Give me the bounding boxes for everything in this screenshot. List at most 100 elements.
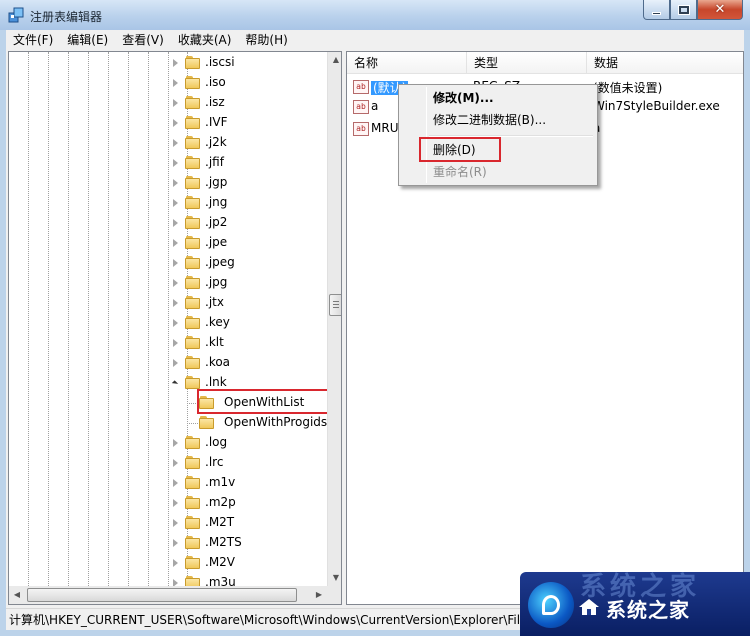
- close-button[interactable]: ✕: [697, 0, 743, 20]
- expand-arrow-icon[interactable]: [173, 359, 178, 367]
- title-bar[interactable]: 注册表编辑器 ✕: [0, 0, 750, 30]
- tree-item[interactable]: .m2p: [9, 493, 329, 513]
- tree-item-label: .M2V: [205, 555, 236, 569]
- expand-arrow-icon[interactable]: [173, 499, 178, 507]
- tree-item-label: .jp2: [205, 215, 228, 229]
- tree-item[interactable]: .key: [9, 313, 329, 333]
- expand-arrow-icon[interactable]: [173, 319, 178, 327]
- menu-item-rename: 重命名(R): [433, 165, 487, 179]
- tree-item[interactable]: OpenWithProgids: [9, 413, 329, 433]
- tree-item[interactable]: .M2T: [9, 513, 329, 533]
- expand-arrow-icon[interactable]: [173, 199, 178, 207]
- value-data: Win7StyleBuilder.exe: [593, 99, 720, 113]
- tree-horizontal-scrollbar[interactable]: ◀ ▶: [9, 586, 327, 604]
- context-menu: 修改(M)... 修改二进制数据(B)... 删除(D) 重命名(R): [398, 84, 598, 186]
- menu-item-delete[interactable]: 删除(D): [401, 139, 595, 161]
- expand-arrow-icon[interactable]: [173, 439, 178, 447]
- tree-item[interactable]: .isz: [9, 93, 329, 113]
- horizontal-scroll-thumb[interactable]: [27, 588, 297, 602]
- tree-item[interactable]: .iscsi: [9, 53, 329, 73]
- tree-item[interactable]: .klt: [9, 333, 329, 353]
- column-header-name[interactable]: 名称: [347, 52, 467, 74]
- folder-icon: [185, 176, 201, 190]
- tree-item[interactable]: .iso: [9, 73, 329, 93]
- tree-item[interactable]: .jgp: [9, 173, 329, 193]
- column-header-data[interactable]: 数据: [587, 52, 743, 74]
- tree-connector: [187, 423, 198, 424]
- tree-item[interactable]: OpenWithList: [9, 393, 329, 413]
- tree-item[interactable]: .jfif: [9, 153, 329, 173]
- scroll-up-arrow-icon[interactable]: ▲: [328, 52, 341, 68]
- column-header-type[interactable]: 类型: [467, 52, 587, 74]
- expand-arrow-icon[interactable]: [173, 539, 178, 547]
- expand-arrow-icon[interactable]: [173, 299, 178, 307]
- menu-view[interactable]: 查看(V): [115, 30, 171, 50]
- folder-icon: [185, 76, 201, 90]
- menu-edit[interactable]: 编辑(E): [60, 30, 115, 50]
- expand-arrow-icon[interactable]: [173, 459, 178, 467]
- folder-icon: [185, 256, 201, 270]
- menu-help[interactable]: 帮助(H): [238, 30, 294, 50]
- expand-arrow-icon[interactable]: [173, 239, 178, 247]
- tree-item[interactable]: .jp2: [9, 213, 329, 233]
- menu-item-modify-binary[interactable]: 修改二进制数据(B)...: [401, 109, 595, 131]
- window-title: 注册表编辑器: [30, 10, 103, 24]
- grip-line: [333, 301, 339, 302]
- tree-item[interactable]: .log: [9, 433, 329, 453]
- expand-arrow-icon[interactable]: [173, 179, 178, 187]
- registry-tree[interactable]: .iscsi .iso .isz .IVF .j2k .jfif .jgp .jng .jp2.…: [8, 51, 342, 605]
- tree-item[interactable]: .koa: [9, 353, 329, 373]
- maximize-icon: [677, 4, 690, 15]
- tree-item[interactable]: .jng: [9, 193, 329, 213]
- expand-arrow-icon[interactable]: [173, 139, 178, 147]
- tree-item[interactable]: .j2k: [9, 133, 329, 153]
- tree-item[interactable]: .m1v: [9, 473, 329, 493]
- scroll-left-arrow-icon[interactable]: ◀: [9, 586, 25, 604]
- expand-arrow-icon[interactable]: [173, 279, 178, 287]
- tree-vertical-scrollbar[interactable]: ▲ ▼: [327, 52, 341, 586]
- expand-arrow-icon[interactable]: [173, 159, 178, 167]
- expand-arrow-icon[interactable]: [173, 219, 178, 227]
- tree-item[interactable]: .jtx: [9, 293, 329, 313]
- house-icon: [579, 599, 599, 615]
- tree-item-label: OpenWithProgids: [224, 415, 328, 429]
- tree-item[interactable]: .jpg: [9, 273, 329, 293]
- value-name: a: [371, 99, 379, 113]
- menu-item-modify[interactable]: 修改(M)...: [401, 87, 595, 109]
- tree-item-label: .lnk: [205, 375, 227, 389]
- close-icon: ✕: [714, 2, 726, 17]
- expand-arrow-icon[interactable]: [173, 99, 178, 107]
- folder-icon: [185, 356, 201, 370]
- maximize-button[interactable]: [670, 0, 697, 20]
- tree-item[interactable]: .jpe: [9, 233, 329, 253]
- tree-item[interactable]: .M2V: [9, 553, 329, 573]
- collapse-arrow-icon[interactable]: [171, 380, 179, 387]
- tree-item[interactable]: .lnk: [9, 373, 329, 393]
- tree-item[interactable]: .lrc: [9, 453, 329, 473]
- scroll-down-arrow-icon[interactable]: ▼: [328, 570, 341, 586]
- expand-arrow-icon[interactable]: [173, 79, 178, 87]
- folder-icon: [185, 196, 201, 210]
- menu-file[interactable]: 文件(F): [6, 30, 60, 50]
- expand-arrow-icon[interactable]: [173, 259, 178, 267]
- tree-item[interactable]: .IVF: [9, 113, 329, 133]
- expand-arrow-icon[interactable]: [173, 519, 178, 527]
- tree-item-label: .m1v: [205, 475, 236, 489]
- expand-arrow-icon[interactable]: [173, 59, 178, 67]
- expand-arrow-icon[interactable]: [173, 559, 178, 567]
- expand-arrow-icon[interactable]: [173, 479, 178, 487]
- scroll-corner: [327, 586, 341, 604]
- tree-item[interactable]: .jpeg: [9, 253, 329, 273]
- scroll-right-arrow-icon[interactable]: ▶: [311, 586, 327, 604]
- minimize-button[interactable]: [643, 0, 670, 20]
- expand-arrow-icon[interactable]: [173, 119, 178, 127]
- tree-item-label: .koa: [205, 355, 231, 369]
- value-data: (数值未设置): [593, 81, 663, 95]
- tree-item[interactable]: .M2TS: [9, 533, 329, 553]
- minimize-icon: [652, 12, 661, 15]
- expand-arrow-icon[interactable]: [173, 339, 178, 347]
- tree-item-label: .M2TS: [205, 535, 242, 549]
- scroll-thumb[interactable]: [329, 294, 341, 316]
- folder-icon: [185, 236, 201, 250]
- menu-favorites[interactable]: 收藏夹(A): [171, 30, 239, 50]
